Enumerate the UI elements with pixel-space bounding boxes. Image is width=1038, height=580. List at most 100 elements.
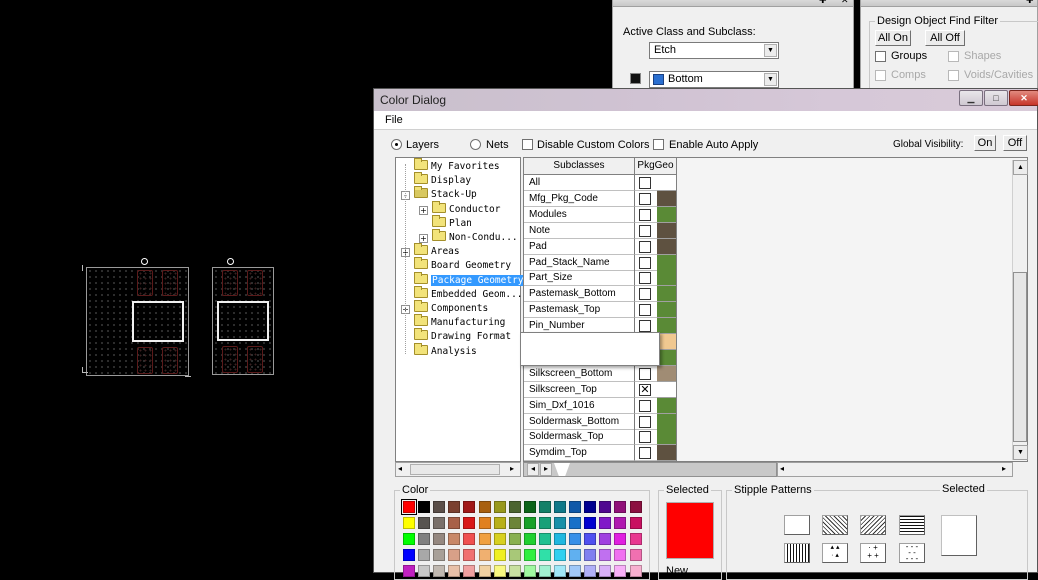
subclass-color-swatch[interactable] — [657, 222, 676, 239]
palette-swatch[interactable] — [629, 565, 642, 577]
palette-swatch[interactable] — [599, 549, 612, 561]
subclass-row[interactable]: Pastemask_Top — [524, 302, 676, 319]
stipple-dashes[interactable]: - - -- -- - - — [899, 543, 925, 563]
palette-swatch[interactable] — [599, 517, 612, 529]
visibility-checkbox[interactable] — [639, 224, 651, 237]
visibility-checkbox[interactable] — [639, 399, 651, 412]
palette-swatch[interactable] — [463, 517, 476, 529]
visibility-checkbox[interactable] — [639, 431, 651, 444]
visibility-checkbox[interactable] — [639, 192, 651, 205]
palette-swatch[interactable] — [403, 533, 415, 545]
subclass-row[interactable]: Soldermask_Bottom — [524, 413, 676, 430]
palette-swatch[interactable] — [584, 517, 597, 529]
visibility-checkbox[interactable] — [639, 367, 651, 380]
scroll-left-icon[interactable]: ◂ — [780, 464, 784, 473]
tab-scroll-right-icon[interactable]: ▸ — [540, 463, 552, 476]
palette-swatch[interactable] — [493, 533, 506, 545]
palette-swatch[interactable] — [584, 501, 597, 513]
palette-swatch[interactable] — [433, 517, 446, 529]
palette-swatch[interactable] — [614, 549, 627, 561]
palette-swatch[interactable] — [493, 565, 506, 577]
palette-swatch[interactable] — [629, 517, 642, 529]
stipple-diag-back[interactable] — [822, 515, 848, 535]
palette-swatch[interactable] — [478, 549, 491, 561]
subclass-color-swatch[interactable] — [657, 381, 676, 398]
palette-swatch[interactable] — [448, 517, 461, 529]
tree-hscrollbar[interactable]: ◂ ▸ — [395, 462, 521, 477]
minimize-button[interactable]: ▁ — [959, 90, 983, 106]
palette-swatch[interactable] — [463, 501, 476, 513]
visibility-checkbox[interactable] — [639, 320, 651, 333]
palette-swatch[interactable] — [569, 549, 582, 561]
palette-swatch[interactable] — [538, 565, 551, 577]
palette-swatch[interactable] — [508, 565, 521, 577]
palette-swatch[interactable] — [629, 549, 642, 561]
visibility-checkbox[interactable] — [639, 288, 651, 301]
palette-swatch[interactable] — [403, 549, 415, 561]
palette-swatch[interactable] — [614, 533, 627, 545]
palette-swatch[interactable] — [538, 549, 551, 561]
palette-swatch[interactable] — [569, 517, 582, 529]
palette-swatch[interactable] — [418, 565, 431, 577]
subclass-row[interactable]: Pad_Stack_Name — [524, 254, 676, 271]
subclass-color-swatch[interactable] — [657, 206, 676, 223]
palette-swatch[interactable] — [523, 533, 536, 545]
subclass-combo[interactable]: Bottom ▼ — [649, 71, 779, 88]
pcb-canvas[interactable] — [0, 0, 373, 573]
palette-swatch[interactable] — [508, 501, 521, 513]
tree-node[interactable]: Conductor — [432, 200, 500, 217]
subclass-color-swatch[interactable] — [657, 270, 676, 287]
palette-swatch[interactable] — [599, 565, 612, 577]
palette-swatch[interactable] — [508, 533, 521, 545]
stipple-solid[interactable] — [784, 515, 810, 535]
visibility-checkbox[interactable]: ✕ — [639, 383, 651, 396]
subclass-row[interactable]: All — [524, 175, 676, 191]
subclass-row[interactable]: Note — [524, 222, 676, 239]
class-tree[interactable]: My Favorites Display Stack-Up - Conductor + Pl… — [395, 157, 525, 462]
visibility-checkbox[interactable] — [639, 177, 651, 189]
sheet-tab[interactable] — [554, 463, 570, 476]
subclass-row[interactable]: Silkscreen_Bottom — [524, 365, 676, 382]
subclass-row[interactable]: Symdim_Top — [524, 445, 676, 462]
subclasses-column-header[interactable]: Subclasses — [524, 158, 635, 175]
palette-swatch[interactable] — [554, 549, 566, 561]
tree-node[interactable]: Display — [414, 172, 471, 188]
scroll-thumb[interactable] — [1013, 272, 1027, 442]
tree-node[interactable]: Board Geometry — [414, 257, 511, 273]
palette-swatch[interactable] — [614, 565, 627, 577]
palette-swatch[interactable] — [569, 533, 582, 545]
palette-swatch[interactable] — [614, 517, 627, 529]
palette-swatch[interactable] — [433, 565, 446, 577]
tree-node[interactable]: Drawing Format — [414, 328, 511, 344]
scroll-right-icon[interactable]: ▸ — [510, 464, 514, 473]
palette-swatch[interactable] — [569, 501, 582, 513]
subclass-row[interactable]: Pad — [524, 238, 676, 255]
palette-swatch[interactable] — [554, 533, 566, 545]
all-on-button[interactable]: All On — [875, 30, 911, 46]
subclass-color-swatch[interactable] — [657, 365, 676, 382]
all-off-button[interactable]: All Off — [925, 30, 965, 46]
close-icon[interactable]: ✕ — [841, 0, 849, 6]
palette-swatch[interactable] — [538, 517, 551, 529]
palette-swatch[interactable] — [418, 549, 431, 561]
subclass-row[interactable]: Sim_Dxf_1016 — [524, 397, 676, 414]
palette-swatch[interactable] — [508, 517, 521, 529]
palette-swatch[interactable] — [463, 549, 476, 561]
palette-swatch[interactable] — [448, 533, 461, 545]
subclass-color-swatch[interactable] — [657, 286, 676, 303]
nets-radio[interactable] — [470, 139, 481, 150]
palette-swatch[interactable] — [448, 549, 461, 561]
expand-icon[interactable]: + — [419, 205, 428, 215]
stipple-horizontal[interactable] — [899, 515, 925, 535]
palette-swatch[interactable] — [523, 549, 536, 561]
visibility-checkbox[interactable] — [639, 240, 651, 253]
global-visibility-on-button[interactable]: On — [974, 135, 996, 151]
voids-cavities-checkbox[interactable] — [948, 70, 959, 81]
tree-node[interactable]: Components — [414, 300, 488, 316]
palette-swatch[interactable] — [433, 549, 446, 561]
tree-node[interactable]: Embedded Geom... — [414, 285, 523, 302]
tree-node[interactable]: Manufacturing — [414, 314, 505, 330]
palette-swatch[interactable] — [599, 533, 612, 545]
layers-radio[interactable] — [391, 139, 402, 150]
scroll-thumb[interactable] — [410, 464, 500, 475]
